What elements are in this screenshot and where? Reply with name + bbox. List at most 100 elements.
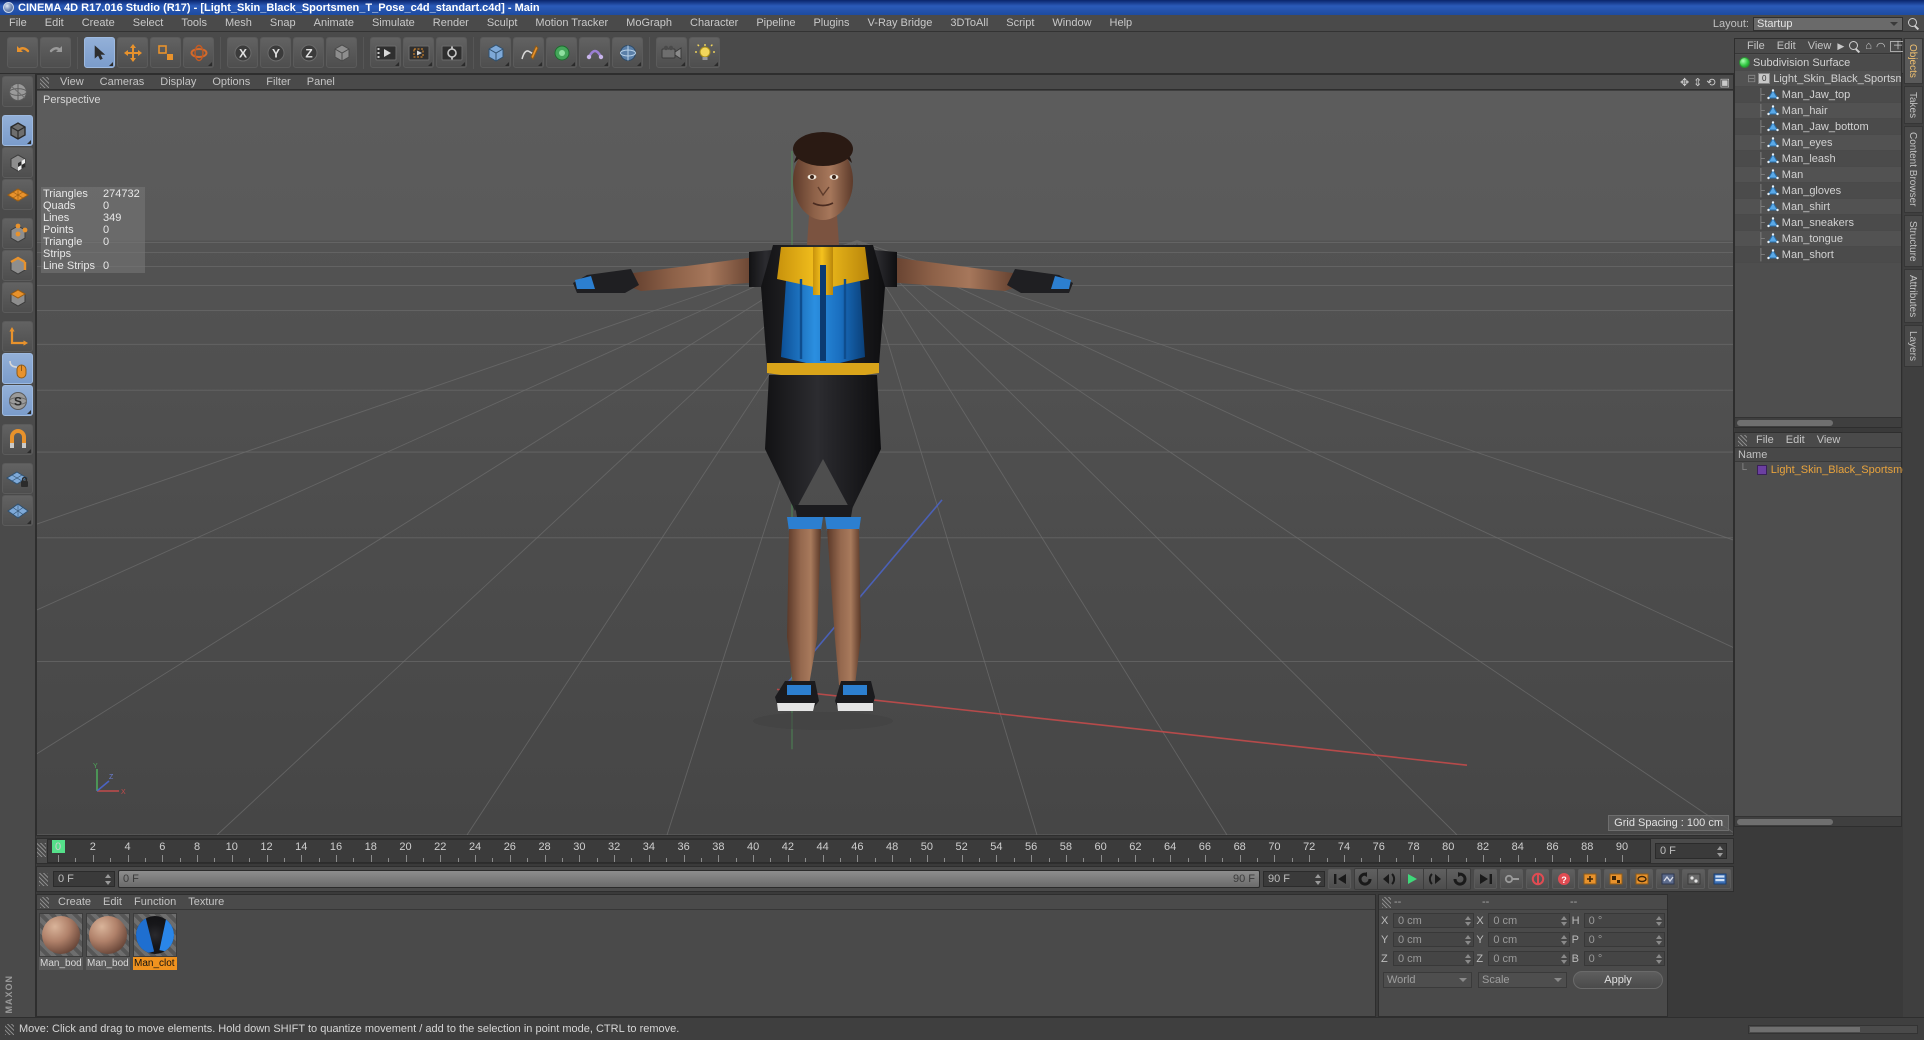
layer-row[interactable]: └ Light_Skin_Black_Sportsmen_T_Pose <box>1735 462 1924 477</box>
play-backwards-button[interactable] <box>1355 869 1378 889</box>
material-preview[interactable] <box>39 913 83 957</box>
y-axis-lock-button[interactable]: Y <box>260 37 291 68</box>
object-tree-row[interactable]: ├ Man_hair <box>1735 103 1901 119</box>
search-icon[interactable] <box>1848 40 1861 53</box>
viewport-menu-cameras[interactable]: Cameras <box>92 75 153 90</box>
tree-branch-icon[interactable]: ├ <box>1757 201 1765 213</box>
layer-color-swatch[interactable] <box>1756 464 1767 475</box>
keyframe-mode-button[interactable] <box>1708 869 1731 889</box>
panel-grip-icon[interactable] <box>5 1023 14 1035</box>
coordinate-field-position[interactable]: 0 cm <box>1393 932 1475 947</box>
rotation-key-button[interactable] <box>1630 869 1653 889</box>
material-name-label[interactable]: Man_bod <box>39 957 83 970</box>
object-tree-row[interactable]: ⊟0Light_Skin_Black_Sportsmen_T_Pos <box>1735 71 1901 87</box>
spinner-icon[interactable] <box>1465 954 1472 964</box>
enable-viewport-button[interactable] <box>2 353 33 384</box>
object-tree-row[interactable]: ├ Man_leash <box>1735 151 1901 167</box>
pla-key-button[interactable] <box>1682 869 1705 889</box>
dock-tab-objects[interactable]: Objects <box>1904 38 1923 84</box>
material-menu-texture[interactable]: Texture <box>182 895 230 910</box>
tree-branch-icon[interactable]: ├ <box>1757 105 1765 117</box>
spinner-icon[interactable] <box>1465 916 1472 926</box>
coordinate-field-rotation[interactable]: 0 ° <box>1583 913 1665 928</box>
edges-mode-button[interactable] <box>2 250 33 281</box>
dock-tab-structure[interactable]: Structure <box>1904 214 1923 268</box>
object-tree-row[interactable]: ├ Man_tongue <box>1735 231 1901 247</box>
panel-grip-icon[interactable] <box>1738 434 1747 446</box>
go-to-end-button[interactable] <box>1474 869 1497 889</box>
play-forward-loop-button[interactable] <box>1447 869 1470 889</box>
menu-item-sculpt[interactable]: Sculpt <box>478 15 527 32</box>
axis-modify-button[interactable] <box>2 321 33 352</box>
eye-icon[interactable]: ◠ <box>1876 40 1886 53</box>
add-spline-button[interactable] <box>513 37 544 68</box>
menu-item-plugins[interactable]: Plugins <box>804 15 858 32</box>
viewport-menu-view[interactable]: View <box>52 75 92 90</box>
object-tree-row[interactable]: ├ Man <box>1735 167 1901 183</box>
tree-branch-icon[interactable]: ├ <box>1757 121 1765 133</box>
dock-tab-layers[interactable]: Layers <box>1904 325 1923 368</box>
parameter-key-button[interactable] <box>1656 869 1679 889</box>
layer-menu-view[interactable]: View <box>1811 433 1847 448</box>
live-selection-button[interactable] <box>84 37 115 68</box>
add-light-button[interactable] <box>689 37 720 68</box>
tree-branch-icon[interactable]: ├ <box>1757 89 1765 101</box>
material-menu-function[interactable]: Function <box>128 895 182 910</box>
apply-button[interactable]: Apply <box>1573 971 1663 989</box>
undo-button[interactable] <box>7 37 38 68</box>
menu-item-character[interactable]: Character <box>681 15 747 32</box>
coordinate-field-size[interactable]: 0 cm <box>1488 913 1570 928</box>
object-tree-row[interactable]: ├ Man_sneakers <box>1735 215 1901 231</box>
object-tree-row[interactable]: Subdivision Surface <box>1735 55 1901 71</box>
coordinate-field-position[interactable]: 0 cm <box>1393 951 1475 966</box>
material-swatch-list[interactable]: Man_bod Man_bod Man_clot <box>39 913 177 970</box>
material-swatch[interactable]: Man_clot <box>133 913 177 970</box>
material-preview[interactable] <box>86 913 130 957</box>
add-generator-button[interactable] <box>546 37 577 68</box>
layer-list[interactable]: └ Light_Skin_Black_Sportsmen_T_Pose <box>1735 462 1924 816</box>
object-tree-row[interactable]: ├ Man_shirt <box>1735 199 1901 215</box>
more-arrow-icon[interactable]: ▶ <box>1837 41 1844 52</box>
material-name-label[interactable]: Man_bod <box>86 957 130 970</box>
tree-branch-icon[interactable]: ├ <box>1757 217 1765 229</box>
layer-manager-hscrollbar[interactable] <box>1735 816 1901 826</box>
menu-item-mesh[interactable]: Mesh <box>216 15 261 32</box>
tree-branch-icon[interactable]: ⊟ <box>1747 72 1756 85</box>
tree-branch-icon[interactable]: ├ <box>1757 249 1765 261</box>
menu-item-3dtoall[interactable]: 3DToAll <box>941 15 997 32</box>
coordinate-field-rotation[interactable]: 0 ° <box>1583 951 1665 966</box>
spinner-icon[interactable] <box>1315 874 1322 885</box>
material-name-label[interactable]: Man_clot <box>133 957 177 970</box>
menu-item-file[interactable]: File <box>0 15 36 32</box>
add-scene-object-button[interactable] <box>612 37 643 68</box>
tree-branch-icon[interactable]: ├ <box>1757 233 1765 245</box>
object-tree-row[interactable]: ├ Man_short <box>1735 247 1901 263</box>
render-region-button[interactable] <box>403 37 434 68</box>
menu-item-script[interactable]: Script <box>997 15 1043 32</box>
scrollbar-thumb[interactable] <box>1750 1026 1860 1032</box>
spinner-icon[interactable] <box>105 874 112 885</box>
object-tree-row[interactable]: ├ Man_gloves <box>1735 183 1901 199</box>
world-axis-button[interactable] <box>326 37 357 68</box>
object-tree-row[interactable]: ├ Man_eyes <box>1735 135 1901 151</box>
object-menu-view[interactable]: View <box>1802 39 1838 54</box>
menu-item-render[interactable]: Render <box>424 15 478 32</box>
polygons-mode-button[interactable] <box>2 282 33 313</box>
panel-grip-icon[interactable] <box>40 76 49 88</box>
layer-menu-file[interactable]: File <box>1750 433 1780 448</box>
z-axis-lock-button[interactable]: Z <box>293 37 324 68</box>
material-menu-create[interactable]: Create <box>52 895 97 910</box>
render-view-button[interactable] <box>370 37 401 68</box>
panel-grip-icon[interactable] <box>39 872 48 886</box>
material-swatch[interactable]: Man_bod <box>39 913 83 970</box>
layer-menu-edit[interactable]: Edit <box>1780 433 1811 448</box>
planar-workplane-button[interactable] <box>2 495 33 526</box>
layout-dropdown[interactable]: Startup <box>1753 16 1903 31</box>
viewport-menu-display[interactable]: Display <box>152 75 204 90</box>
coordinate-field-size[interactable]: 0 cm <box>1488 932 1570 947</box>
coordinate-field-size[interactable]: 0 cm <box>1488 951 1570 966</box>
menu-item-create[interactable]: Create <box>73 15 124 32</box>
menu-item-tools[interactable]: Tools <box>172 15 216 32</box>
snap-button[interactable] <box>2 424 33 455</box>
soft-selection-button[interactable]: S <box>2 385 33 416</box>
